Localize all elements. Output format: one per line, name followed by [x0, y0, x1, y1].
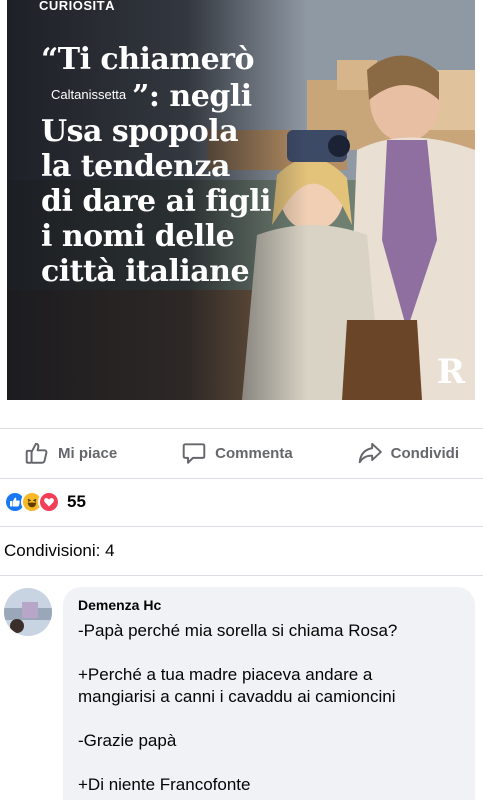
comment-text-line: -Grazie papà — [78, 731, 177, 750]
image-headline: “Ti chiamerò Caltanissetta ”: negli Usa s… — [41, 42, 301, 289]
divider — [0, 526, 483, 527]
avatar[interactable] — [4, 588, 52, 636]
comment-button[interactable]: Commenta — [181, 440, 293, 466]
headline-line: la tendenza — [41, 149, 230, 184]
reaction-count: 55 — [67, 492, 86, 511]
comment-label: Commenta — [215, 444, 293, 462]
post-action-bar: Mi piace Commenta Condividi — [0, 430, 483, 476]
like-button[interactable]: Mi piace — [24, 440, 117, 466]
headline-line: città italiane — [41, 254, 250, 289]
headline-line: “Ti chiamerò — [41, 42, 254, 77]
love-reaction-icon — [38, 491, 60, 513]
headline-fragment: ”: negli — [132, 79, 252, 114]
divider — [0, 428, 483, 429]
divider — [0, 478, 483, 479]
like-label: Mi piace — [58, 444, 118, 462]
comment-text-line: +Di niente Francofonte — [78, 775, 251, 794]
comment-text-line: +Perché a tua madre piaceva andare a — [78, 665, 373, 684]
share-label: Condividi — [390, 444, 459, 462]
share-arrow-icon — [357, 440, 383, 466]
comment-author[interactable]: Demenza Hc — [78, 597, 461, 613]
divider — [0, 575, 483, 576]
headline-city: Caltanissetta — [51, 87, 127, 102]
share-button[interactable]: Condividi — [357, 440, 459, 466]
headline-line: di dare ai figli — [41, 184, 271, 219]
headline-line: Usa spopola — [41, 114, 239, 149]
shares-count[interactable]: Condivisioni: 4 — [4, 541, 115, 561]
comment-text-line: mangiarisi a canni i cavaddu ai camionci… — [78, 687, 396, 706]
headline-line: i nomi delle — [41, 219, 235, 254]
reactions-summary[interactable]: 55 — [4, 490, 86, 514]
post-image[interactable]: CURIOSITÀ “Ti chiamerò Caltanissetta ”: n… — [7, 0, 475, 400]
comment-text-line: -Papà perché mia sorella si chiama Rosa? — [78, 621, 398, 640]
comment-bubble[interactable]: Demenza Hc -Papà perché mia sorella si c… — [63, 587, 475, 800]
thumbs-up-icon — [24, 440, 50, 466]
publisher-logo: R — [436, 352, 465, 392]
speech-bubble-icon — [181, 440, 207, 466]
category-label: CURIOSITÀ — [39, 0, 115, 13]
headline-line: Caltanissetta ”: negli — [41, 77, 301, 114]
